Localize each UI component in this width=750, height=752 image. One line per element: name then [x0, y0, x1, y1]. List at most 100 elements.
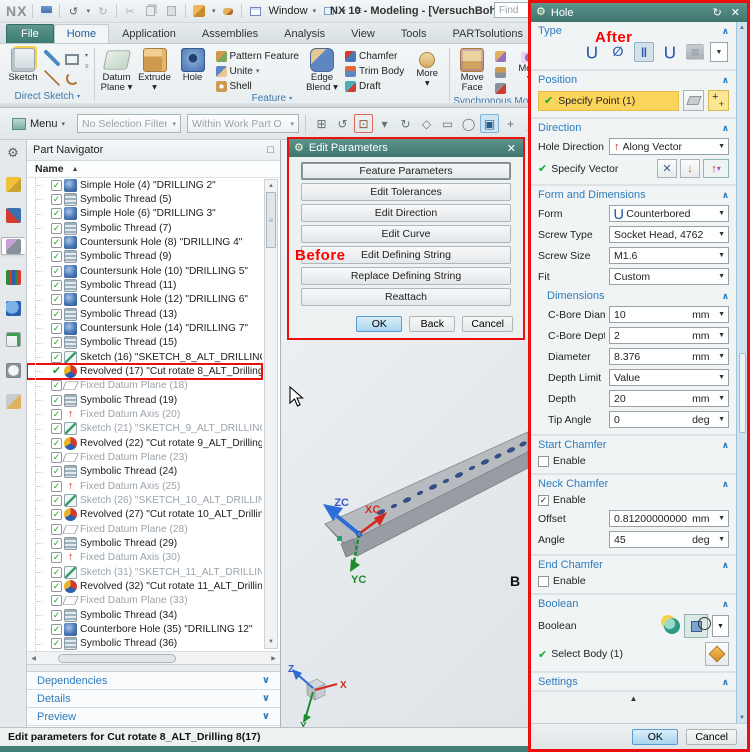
suppress-checkbox[interactable]: ✓	[51, 337, 62, 349]
tree-item[interactable]: ✓ Fixed Datum Plane (23)	[27, 450, 262, 465]
back-button[interactable]: Back	[409, 316, 456, 332]
diameter-input[interactable]: 8.376 mm ▼	[609, 348, 729, 365]
arc-button[interactable]	[64, 70, 80, 86]
chamfer-button[interactable]: Chamfer	[343, 49, 406, 63]
suppress-checkbox[interactable]: ✓	[51, 451, 62, 463]
view-cube-dropdown-icon[interactable]: ▾	[212, 7, 216, 15]
line-button[interactable]	[44, 70, 60, 86]
suppress-checkbox[interactable]: ✓	[51, 566, 62, 578]
tree-item[interactable]: ✓ Countersunk Hole (14) "DRILLING 7"	[27, 321, 262, 336]
delete-face-icon[interactable]	[495, 83, 507, 94]
offset-region-icon[interactable]	[495, 67, 507, 78]
enable-checkbox[interactable]: ✓	[538, 494, 549, 506]
copy-button[interactable]	[143, 3, 159, 19]
trim-body-button[interactable]: Trim Body	[343, 64, 406, 78]
tree-item[interactable]: ✓ Symbolic Thread (7)	[27, 220, 262, 236]
scroll-right-icon[interactable]: ▶	[267, 655, 280, 662]
depth-limit-input[interactable]: Value ▼	[609, 369, 729, 386]
process-studio-icon[interactable]	[4, 392, 22, 410]
tree-item[interactable]: ✓ Sketch (16) "SKETCH_8_ALT_DRILLING_8"	[27, 349, 262, 365]
extrude-button[interactable]: Extrude ▾	[136, 46, 174, 92]
cancel-button[interactable]: Cancel	[462, 316, 513, 332]
type-dropdown-button[interactable]: ▼	[710, 42, 728, 62]
suppress-checkbox[interactable]: ✓	[51, 480, 62, 492]
subtract-boolean-button[interactable]	[684, 614, 711, 638]
sketch-section-button[interactable]	[683, 90, 704, 111]
scrollbar-thumb[interactable]: ≡	[266, 192, 276, 248]
close-icon[interactable]: ✕	[505, 142, 518, 155]
tab-tools[interactable]: Tools	[388, 24, 440, 43]
history-icon[interactable]	[4, 361, 22, 379]
tree-item[interactable]: ✓ Sketch (26) "SKETCH_10_ALT_DRILLING_10"	[27, 493, 262, 508]
suppress-checkbox[interactable]: ✓	[51, 179, 62, 191]
c-bore-depth-input[interactable]: 2 mm ▼	[609, 327, 729, 344]
close-icon[interactable]: ✕	[729, 6, 742, 19]
suppress-checkbox[interactable]: ✓	[51, 408, 62, 420]
tree-item[interactable]: ✓ Sketch (21) "SKETCH_9_ALT_DRILLING_9"	[27, 421, 262, 436]
panel-details[interactable]: Details ∨	[27, 690, 280, 708]
suppress-checkbox[interactable]: ✓	[51, 279, 62, 291]
tip-angle-input[interactable]: 0 deg ▼	[609, 411, 729, 428]
scroll-left-icon[interactable]: ◀	[27, 655, 40, 662]
shell-button[interactable]: Shell	[214, 79, 301, 93]
tree-item[interactable]: ✓ Sketch (31) "SKETCH_11_ALT_DRILLING_11"	[27, 564, 262, 580]
suppress-checkbox[interactable]: ✓	[51, 380, 62, 392]
tree-item[interactable]: ✓ Fixed Datum Plane (18)	[27, 378, 262, 393]
tree-item[interactable]: ✓ Symbolic Thread (24)	[27, 464, 262, 479]
window-menu[interactable]: Window	[268, 5, 307, 17]
scroll-down-icon[interactable]: ▼	[739, 712, 745, 723]
form-section-header[interactable]: Form and Dimensions ∧	[531, 186, 736, 203]
window-dropdown-icon[interactable]: ▾	[313, 7, 317, 15]
tree-item[interactable]: ✓ Symbolic Thread (34)	[27, 607, 262, 623]
group-label-direct-sketch[interactable]: Direct Sketch ▾	[4, 90, 91, 103]
suppress-checkbox[interactable]: ✓	[51, 523, 62, 535]
touch-mode-button[interactable]	[220, 3, 236, 19]
neck-chamfer-header[interactable]: Neck Chamfer ∧	[531, 475, 736, 492]
selection-scope-dropdown[interactable]: Within Work Part O ▾	[187, 114, 300, 133]
tree-item[interactable]: ✓ Revolved (32) "Cut rotate 11_ALT_Drilli…	[27, 579, 262, 594]
suppress-checkbox[interactable]: ✓	[51, 193, 62, 205]
panel-preview[interactable]: Preview ∨	[27, 708, 280, 726]
start-chamfer-header[interactable]: Start Chamfer ∧	[531, 436, 736, 453]
ok-button[interactable]: OK	[632, 728, 679, 745]
point-dropdown-icon[interactable]: ▾	[375, 114, 394, 133]
reverse-direction-button[interactable]: ↑ ▾	[703, 159, 729, 178]
tab-view[interactable]: View	[338, 24, 388, 43]
suppress-checkbox[interactable]: ✓	[51, 208, 62, 220]
suppress-checkbox[interactable]: ✓	[51, 609, 62, 621]
screw-type-input[interactable]: Socket Head, 4762 ▼	[609, 226, 729, 243]
applied-check-icon[interactable]: ✔	[50, 365, 63, 377]
draft-button[interactable]: Draft	[343, 79, 406, 93]
pattern-feature-button[interactable]: Pattern Feature	[214, 49, 301, 63]
tree-item[interactable]: ✓ Fixed Datum Plane (33)	[27, 593, 262, 608]
edit-tolerances-button[interactable]: Edit Tolerances	[301, 183, 511, 201]
tree-item[interactable]: ✓ Revolved (22) "Cut rotate 9_ALT_Drillin…	[27, 435, 262, 451]
lasso-select-icon[interactable]: ▭	[438, 114, 457, 133]
enable-checkbox[interactable]	[538, 575, 549, 587]
constraint-navigator-icon[interactable]	[4, 206, 22, 224]
suppress-checkbox[interactable]: ✓	[51, 236, 62, 248]
edge-blend-button[interactable]: Edge Blend ▾	[303, 46, 341, 92]
tree-item[interactable]: ✓ Symbolic Thread (9)	[27, 249, 262, 264]
tree-item[interactable]: ✓ Revolved (27) "Cut rotate 10_ALT_Drilli…	[27, 507, 262, 522]
tab-analysis[interactable]: Analysis	[271, 24, 338, 43]
suppress-checkbox[interactable]: ✓	[51, 423, 62, 435]
selection-filter-dropdown[interactable]: No Selection Filter ▾	[77, 114, 182, 133]
view-cube-button[interactable]	[191, 3, 207, 19]
undo-button[interactable]: ↺	[65, 3, 81, 19]
vector-dialog-button[interactable]: ✕	[657, 159, 677, 178]
tree-item[interactable]: ✓ Symbolic Thread (11)	[27, 278, 262, 293]
unite-button[interactable]: Unite ▾	[214, 64, 301, 78]
tab-file[interactable]: File	[6, 24, 54, 43]
roller-gear-icon[interactable]: ⚙	[4, 144, 22, 162]
paste-button[interactable]	[164, 3, 180, 19]
settings-section-header[interactable]: Settings ∧	[531, 673, 736, 690]
feature-parameters-button[interactable]: Feature Parameters	[301, 162, 511, 180]
tree-item[interactable]: ✔ Revolved (17) "Cut rotate 8_ALT_Drillin…	[27, 363, 263, 380]
suppress-checkbox[interactable]: ✓	[51, 265, 62, 277]
hole-direction-dropdown[interactable]: ↑ Along Vector ▼	[609, 138, 729, 155]
tab-application[interactable]: Application	[109, 24, 189, 43]
pull-face-icon[interactable]	[495, 51, 507, 62]
hole-dialog-titlebar[interactable]: ⚙ Hole ↻ ✕	[531, 3, 747, 22]
dialog-scrollbar[interactable]: ▲ ▼	[736, 22, 747, 723]
